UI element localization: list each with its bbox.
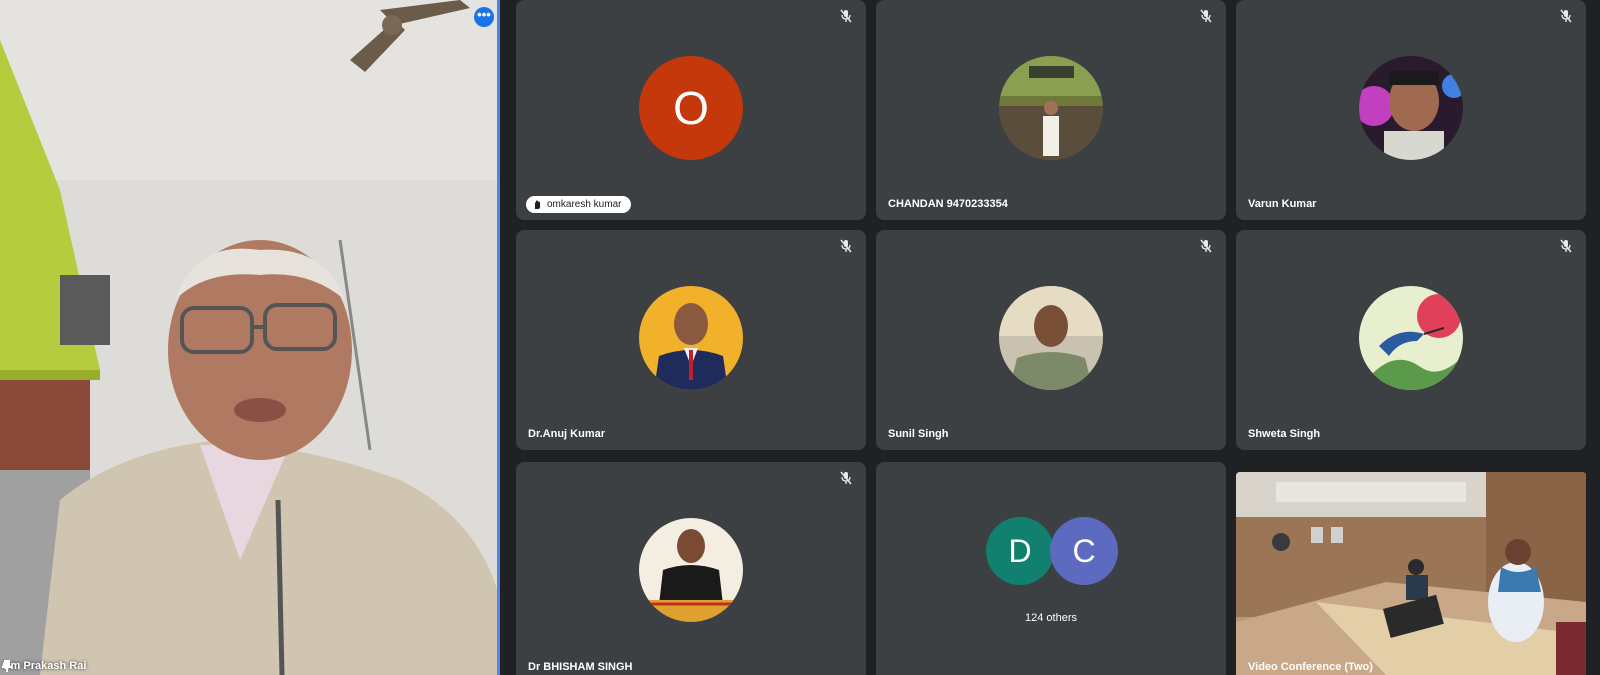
mic-off-icon: [1200, 9, 1212, 23]
participant-avatar: [999, 286, 1103, 390]
participant-name: Video Conference (Two): [1248, 661, 1373, 673]
mic-off-icon: [1560, 9, 1572, 23]
others-count: 124 others: [1025, 612, 1077, 624]
participant-tile-video-conference[interactable]: Video Conference (Two): [1236, 472, 1586, 675]
participant-name: Dr BHISHAM SINGH: [528, 661, 633, 673]
participant-name: Sunil Singh: [888, 428, 949, 440]
participant-avatar: [639, 286, 743, 390]
participant-tile-chandan[interactable]: CHANDAN 9470233354: [876, 0, 1226, 220]
presenter-video-tile[interactable]: ••• Om Prakash Rai: [0, 0, 500, 675]
participant-avatar: [1359, 286, 1463, 390]
active-speaker-border: [497, 0, 500, 675]
participant-tile-bhisham[interactable]: Dr BHISHAM SINGH: [516, 462, 866, 675]
participant-name-chip: omkaresh kumar: [526, 196, 632, 213]
mic-off-icon: [840, 239, 852, 253]
presenter-name: Om Prakash Rai: [2, 660, 87, 672]
others-tile[interactable]: D C 124 others: [876, 462, 1226, 675]
mic-off-icon: [1560, 239, 1572, 253]
participant-avatar: [639, 518, 743, 622]
participant-avatar: O: [639, 56, 743, 160]
conference-room-video-feed: [1236, 472, 1586, 675]
participant-tile-shweta[interactable]: Shweta Singh: [1236, 230, 1586, 450]
participant-tile-varun[interactable]: Varun Kumar: [1236, 0, 1586, 220]
presenter-video-feed: [0, 0, 500, 675]
participant-avatar: [1359, 56, 1463, 160]
participant-tile-sunil[interactable]: Sunil Singh: [876, 230, 1226, 450]
participant-name: Varun Kumar: [1248, 198, 1317, 210]
participant-name: omkaresh kumar: [547, 199, 622, 210]
participant-avatar: [999, 56, 1103, 160]
participant-name: Dr.Anuj Kumar: [528, 428, 606, 440]
others-avatar-c: C: [1050, 517, 1118, 585]
more-options-icon[interactable]: •••: [474, 7, 494, 27]
mic-off-icon: [840, 9, 852, 23]
participant-tile-omkaresh[interactable]: O omkaresh kumar: [516, 0, 866, 220]
presenter-name-label: Om Prakash Rai: [2, 660, 86, 672]
pin-icon: [2, 660, 12, 672]
hand-icon: [535, 200, 540, 209]
mic-off-icon: [1200, 239, 1212, 253]
participant-name: Shweta Singh: [1248, 428, 1321, 440]
mic-off-icon: [840, 471, 852, 485]
participant-name: CHANDAN 9470233354: [888, 198, 1008, 210]
others-avatar-group: D C: [986, 517, 1118, 585]
participant-tile-anuj[interactable]: Dr.Anuj Kumar: [516, 230, 866, 450]
others-avatar-d: D: [986, 517, 1054, 585]
